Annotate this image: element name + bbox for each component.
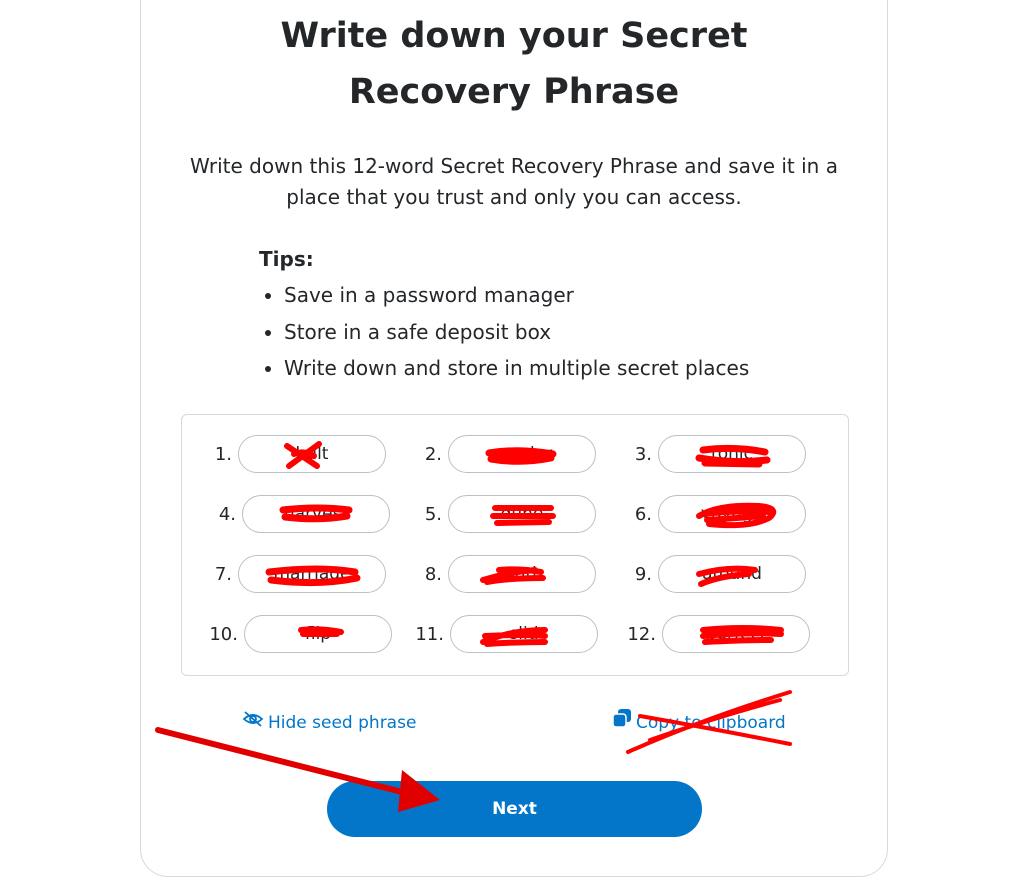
seed-word-index: 3. bbox=[634, 444, 652, 465]
page-title: Write down your Secret Recovery Phrase bbox=[140, 8, 888, 120]
seed-word-index: 11. bbox=[415, 624, 444, 645]
seed-word-field: bult bbox=[238, 435, 386, 473]
seed-word-index: 6. bbox=[634, 504, 652, 525]
copy-icon bbox=[612, 708, 632, 738]
description-text: Write down this 12-word Secret Recovery … bbox=[190, 154, 838, 209]
copy-to-clipboard-label: Copy to clipboard bbox=[636, 713, 786, 733]
next-button[interactable]: Next bbox=[327, 781, 702, 837]
seed-word-field: harvest bbox=[242, 495, 390, 533]
redaction-scribble bbox=[700, 625, 784, 645]
hide-seed-phrase-link[interactable]: Hide seed phrase bbox=[242, 708, 416, 738]
seed-word-field: dune bbox=[448, 495, 596, 533]
redaction-scribble bbox=[265, 565, 361, 587]
seed-word-field: marriage bbox=[238, 555, 386, 593]
redaction-scribble bbox=[490, 505, 556, 526]
seed-phrase-grid: 1. bult 2. pender 3. tonic 4. harvest 5.… bbox=[181, 414, 849, 676]
redaction-scribble bbox=[695, 444, 771, 468]
seed-word-field: slid bbox=[450, 615, 598, 653]
tip-item: Store in a safe deposit box bbox=[284, 314, 749, 351]
tip-item: Write down and store in multiple secret … bbox=[284, 350, 749, 387]
eye-slash-icon bbox=[242, 708, 264, 738]
tip-item: Save in a password manager bbox=[284, 277, 749, 314]
seed-word-index: 12. bbox=[627, 624, 656, 645]
seed-word-index: 2. bbox=[424, 444, 442, 465]
tips-title: Tips: bbox=[259, 247, 314, 271]
redaction-scribble bbox=[485, 447, 557, 465]
seed-word-index: 7. bbox=[214, 564, 232, 585]
seed-word-field: perfect bbox=[662, 615, 810, 653]
copy-to-clipboard-link[interactable]: Copy to clipboard bbox=[612, 708, 786, 738]
tips-section: Tips: Save in a password manager Store i… bbox=[259, 244, 749, 387]
redaction-scribble bbox=[279, 504, 353, 523]
page-title-line2: Recovery Phrase bbox=[348, 72, 680, 112]
page-title-line1: Write down your Secret bbox=[280, 16, 748, 56]
seed-word-field: around bbox=[658, 555, 806, 593]
redaction-scribble bbox=[480, 627, 548, 647]
redaction-scribble bbox=[696, 565, 758, 587]
seed-word-field: truth bbox=[448, 555, 596, 593]
hide-seed-phrase-label: Hide seed phrase bbox=[268, 713, 417, 733]
redaction-scribble bbox=[284, 441, 322, 469]
redaction-scribble bbox=[696, 502, 777, 529]
seed-word-index: 9. bbox=[634, 564, 652, 585]
seed-word-field: tonic bbox=[658, 435, 806, 473]
seed-word-index: 10. bbox=[209, 624, 238, 645]
tips-list: Save in a password manager Store in a sa… bbox=[259, 277, 749, 387]
redaction-scribble bbox=[480, 566, 546, 585]
seed-word-field: flip bbox=[244, 615, 392, 653]
seed-word-index: 8. bbox=[424, 564, 442, 585]
seed-word-index: 1. bbox=[214, 444, 232, 465]
seed-word-index: 4. bbox=[218, 504, 236, 525]
redaction-scribble bbox=[298, 626, 344, 637]
seed-word-field: pender bbox=[448, 435, 596, 473]
seed-word-index: 5. bbox=[424, 504, 442, 525]
seed-word-field: voyage bbox=[658, 495, 806, 533]
